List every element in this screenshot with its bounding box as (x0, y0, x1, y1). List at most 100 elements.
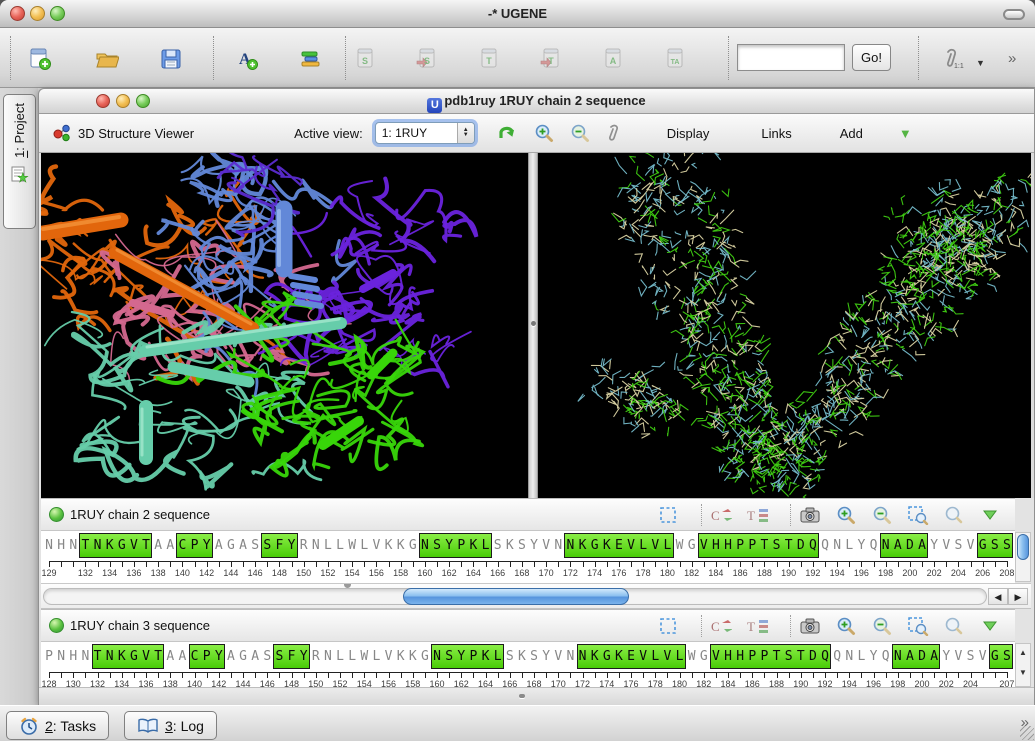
go-button[interactable]: Go! (852, 44, 891, 71)
chain3-vertical-scrollbar[interactable]: ▲ ▼ (1015, 643, 1031, 687)
sequence-panel-header: 1RUY chain 2 sequence CT (41, 498, 1015, 531)
toolbar-overflow-chevron[interactable]: » (1008, 50, 1016, 67)
ruler-label: 170 (539, 568, 554, 578)
zoom-out-icon[interactable] (871, 616, 893, 636)
save-button[interactable] (158, 46, 184, 72)
sequence-letters-row[interactable]: NHNTNKGVTAACPYAGASSFYRNLLWLVKKGNSYPKLSKS… (41, 531, 1015, 560)
sequence-letter: G (116, 531, 128, 560)
chain2-vertical-scrollbar[interactable] (1015, 532, 1031, 582)
sequence-letter: L (492, 642, 504, 671)
sidebar-item-project[interactable]: 1: Project ★ (3, 94, 36, 229)
pane-splitter[interactable] (528, 153, 538, 498)
zoom-ratio-dropdown[interactable]: ▼ (976, 58, 985, 68)
sequence-letter: N (67, 531, 79, 560)
hscroll-right-arrow[interactable]: ▶ (1008, 588, 1028, 605)
scroll-down-arrow[interactable]: ▼ (1016, 666, 1030, 680)
sequence-letter: L (358, 531, 370, 560)
ugene-main-window: -* UGENE A SSTTATA Go! 1:1 ▼ » 1: Projec… (0, 0, 1035, 741)
menu-display[interactable]: Display (667, 126, 710, 141)
new-document-button[interactable] (27, 46, 53, 72)
zoom-selection-icon[interactable] (907, 616, 929, 636)
zoom-whole-icon[interactable] (943, 505, 965, 525)
copy-complement-icon[interactable]: C (710, 616, 732, 636)
menu-links[interactable]: Links (761, 126, 791, 141)
copy-sequence-icon[interactable]: S (352, 46, 378, 72)
attach-button[interactable] (603, 123, 625, 143)
ruler-label: 136 (126, 568, 141, 578)
copy-translation-icon[interactable]: T (476, 46, 502, 72)
zoom-out-icon[interactable] (871, 505, 893, 525)
sequence-letter: N (564, 531, 576, 560)
zoom-out-button[interactable] (569, 123, 591, 143)
open-button[interactable] (94, 46, 120, 72)
sequence-letter: V (540, 531, 552, 560)
restore-view-button[interactable] (497, 123, 519, 143)
sequence-hscrollbar[interactable]: ◀ ▶ (41, 583, 1031, 609)
sequence-letter: G (237, 642, 249, 671)
viewer-collapse-icon[interactable]: ▼ (899, 126, 912, 141)
sequence-panel-chain2: 1RUY chain 2 sequence CTNHNTNKGVTAACPYAG… (41, 498, 1015, 583)
copy-qualifier-icon[interactable]: TA (662, 46, 688, 72)
sequence-letter: K (601, 531, 613, 560)
zoom-ratio-button[interactable]: 1:1 (938, 46, 964, 72)
active-view-select[interactable]: 1: 1RUY ▲▼ (375, 122, 475, 144)
copy-annotation-icon[interactable]: A (600, 46, 626, 72)
copy-translation-icon[interactable]: T (746, 505, 768, 525)
copy-complement-icon[interactable]: C (710, 505, 732, 525)
sequence-letters-row[interactable]: PNHNTNKGVTAACPYAGASSFYRNLLWLVKKGNSYPKLSK… (41, 642, 1015, 671)
scroll-up-arrow[interactable]: ▲ (1016, 646, 1030, 660)
hscroll-left-arrow[interactable]: ◀ (988, 588, 1008, 605)
sequence-letter: A (928, 642, 940, 671)
sequence-toolbar: CT (657, 615, 1015, 637)
annotations-button[interactable]: A (234, 46, 260, 72)
ruler-label: 148 (272, 568, 287, 578)
search-input[interactable] (737, 44, 845, 71)
alignment-button[interactable] (298, 46, 324, 72)
copy-translation-icon[interactable]: T (746, 616, 768, 636)
structure-3d-wireframe-view[interactable] (538, 153, 1031, 498)
zoom-whole-icon[interactable] (943, 616, 965, 636)
svg-text:A: A (610, 56, 617, 66)
sequence-letter: P (758, 642, 770, 671)
menu-add[interactable]: Add (840, 126, 863, 141)
svg-text:T: T (747, 619, 755, 634)
bottom-splitter[interactable] (39, 687, 1034, 705)
ruler-label: 160 (417, 568, 432, 578)
ruler-label: 166 (490, 568, 505, 578)
sequence-letter: D (916, 642, 928, 671)
zoom-in-icon[interactable] (835, 616, 857, 636)
ruler-label: 172 (563, 568, 578, 578)
collapse-icon[interactable] (979, 616, 1001, 636)
svg-text:★: ★ (17, 170, 29, 184)
screenshot-icon[interactable] (799, 505, 821, 525)
selection-icon[interactable] (657, 505, 679, 525)
zoom-in-button[interactable] (533, 123, 555, 143)
sequence-letter: N (880, 531, 892, 560)
molecule-icon (53, 124, 71, 142)
copy-complement-sequence-icon[interactable]: S (414, 46, 440, 72)
ruler-label: 180 (660, 568, 675, 578)
zoom-in-icon[interactable] (835, 505, 857, 525)
screenshot-icon[interactable] (799, 616, 821, 636)
structure-3d-cartoon-view[interactable] (41, 153, 528, 498)
ruler-label: 200 (902, 568, 917, 578)
sequence-letter: A (176, 642, 188, 671)
sequence-letter: W (674, 531, 686, 560)
selection-icon[interactable] (657, 616, 679, 636)
toolbar-toggle-pill[interactable] (1003, 9, 1025, 20)
zoom-selection-icon[interactable] (907, 505, 929, 525)
combo-stepper-icon[interactable]: ▲▼ (457, 123, 474, 143)
sequence-letter: N (831, 531, 843, 560)
sequence-letter: N (431, 642, 443, 671)
sidebar-item-log[interactable]: 3: Log (124, 711, 217, 740)
hscroll-thumb[interactable] (403, 588, 629, 605)
sequence-letter: N (322, 642, 334, 671)
bottom-dock-bar: 2: Tasks 3: Log » (0, 705, 1035, 741)
collapse-icon[interactable] (979, 505, 1001, 525)
sequence-letter: S (1001, 642, 1013, 671)
sidebar-item-tasks[interactable]: 2: Tasks (6, 711, 109, 740)
scrollbar-thumb[interactable] (1017, 534, 1029, 560)
resize-grip[interactable] (1020, 726, 1034, 740)
window-frame (1031, 153, 1034, 498)
copy-complement-translation-icon[interactable]: T (538, 46, 564, 72)
